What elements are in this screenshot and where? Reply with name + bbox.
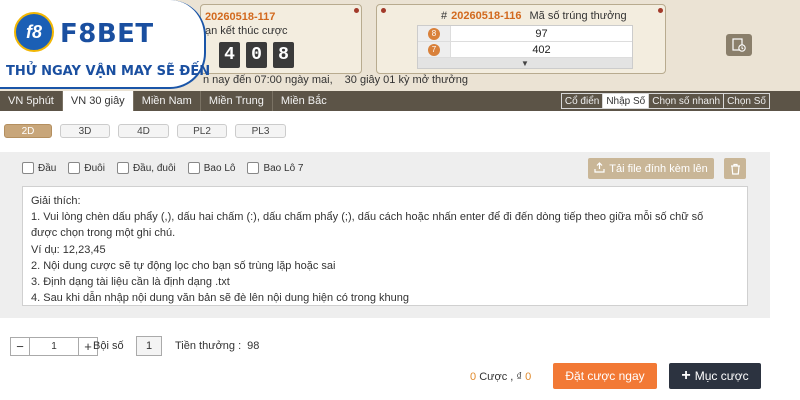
current-round-number: 20260518-117 (205, 11, 276, 23)
pin-icon (354, 8, 359, 13)
checkbox[interactable] (22, 162, 34, 174)
multiplier-input[interactable]: 1 (136, 336, 162, 356)
instruction-line: Giải thích: (31, 195, 81, 207)
prize-info: Tiền thưởng : 98 (175, 340, 259, 352)
instruction-line: 2. Nội dung cược sẽ tự động lọc cho bạn … (31, 259, 336, 272)
checkbox[interactable] (187, 162, 200, 174)
bet-type-tabs: 2D 3D 4D PL2 PL3 (4, 124, 286, 138)
mode-nhap-so[interactable]: Nhập Số (603, 94, 650, 108)
mode-switcher: Cổ điển Nhập Số Chọn số nhanh Chọn Số (560, 93, 770, 109)
tab-mien-nam[interactable]: Miền Nam (134, 91, 201, 111)
prize-value: 98 (247, 340, 260, 352)
checkbox[interactable] (247, 162, 260, 174)
subtab-4d[interactable]: 4D (118, 124, 169, 138)
tab-mien-bac[interactable]: Miền Bắc (273, 91, 335, 111)
previous-round-header: #20260518-116 Mã số trúng thưởng (441, 10, 627, 22)
pin-icon (381, 8, 386, 13)
tab-mien-trung[interactable]: Miền Trung (201, 91, 273, 111)
game-nav-bar: VN 5phút VN 30 giây Miền Nam Miền Trung … (0, 91, 800, 111)
instruction-line: 1. Vui lòng chèn dấu phẩy (,), dấu hai c… (31, 211, 704, 224)
tab-vn-5phut[interactable]: VN 5phút (0, 91, 63, 111)
checkbox[interactable] (68, 162, 81, 174)
result-table: 8 97 7 402 ▼ (417, 25, 633, 69)
previous-result-card: #20260518-116 Mã số trúng thưởng 8 97 7 4… (376, 4, 666, 74)
prize-index-badge: 8 (428, 27, 440, 40)
bet-list-label: Mục cược (694, 369, 749, 383)
result-row: 8 97 (418, 26, 632, 42)
number-entry-panel: Đầu Đuôi Đầu, đuôi Bao Lô Bao Lô 7 Tải f… (0, 152, 770, 318)
prize-label: Tiền thưởng : (175, 340, 242, 352)
result-value: 402 (532, 43, 551, 56)
instruction-line: Ví dụ: 12,23,45 (31, 243, 106, 256)
chevron-down-icon[interactable]: ▼ (418, 58, 632, 68)
number-entry-textarea[interactable]: Giải thích: 1. Vui lòng chèn dấu phẩy (,… (22, 186, 748, 306)
logo-mark-icon: f8 (14, 12, 54, 52)
place-bet-button[interactable]: Đặt cược ngay (553, 363, 657, 389)
logo-slogan: THỬ NGAY VẬN MAY SẼ ĐẾN (6, 64, 211, 79)
bet-list-button[interactable]: + Mục cược (669, 363, 761, 389)
previous-round-number: 20260518-116 (451, 10, 522, 22)
subtab-2d[interactable]: 2D (4, 124, 52, 138)
countdown-digit: 4 (219, 42, 240, 68)
option-duoi[interactable]: Đuôi (68, 162, 105, 174)
subtab-pl2[interactable]: PL2 (177, 124, 227, 138)
pin-icon (658, 8, 663, 13)
upload-file-button[interactable]: Tải file đính kèm lên (588, 158, 714, 179)
countdown-label: ạn kết thúc cược (205, 25, 288, 37)
result-row: 7 402 (418, 42, 632, 58)
instruction-line: 3. Định dạng tài liệu cần là định dạng .… (31, 276, 230, 289)
countdown-digits: 4 0 8 (219, 42, 294, 68)
minus-button[interactable]: − (11, 338, 29, 355)
prize-index-badge: 7 (428, 43, 440, 56)
bet-summary: 0 Cược , ₫ 0 (470, 371, 531, 383)
option-dau[interactable]: Đầu (22, 162, 56, 174)
previous-round-label: Mã số trúng thưởng (529, 10, 627, 22)
bet-count-label: Cược , (479, 371, 514, 383)
currency-symbol: ₫ (516, 371, 523, 383)
countdown-digit: 0 (246, 42, 267, 68)
multiplier-label: Bội số (93, 340, 124, 352)
plus-icon: + (681, 367, 691, 384)
position-options: Đầu Đuôi Đầu, đuôi Bao Lô Bao Lô 7 (22, 162, 304, 174)
upload-file-label: Tải file đính kèm lên (609, 162, 708, 175)
subtab-pl3[interactable]: PL3 (235, 124, 286, 138)
instruction-line: 4. Sau khi dẫn nhập nội dung văn bản sẽ … (31, 292, 409, 305)
checkbox[interactable] (116, 162, 129, 174)
quantity-input[interactable]: 1 (29, 338, 79, 355)
mode-chon-so[interactable]: Chọn Số (724, 94, 769, 108)
option-bao-lo-7[interactable]: Bao Lô 7 (247, 162, 304, 174)
logo-name: F8BET (60, 19, 154, 49)
mode-co-dien[interactable]: Cổ điển (562, 94, 604, 108)
history-icon[interactable] (726, 34, 752, 56)
mode-chon-so-nhanh[interactable]: Chọn số nhanh (649, 94, 725, 108)
subtab-3d[interactable]: 3D (60, 124, 110, 138)
countdown-digit: 8 (273, 42, 294, 68)
upload-icon (594, 161, 605, 176)
brand-logo: f8 F8BET THỬ NGAY VẬN MAY SẼ ĐẾN (0, 0, 210, 89)
countdown-text: n nay đến 07:00 ngày mai, 30 giây 01 kỳ m… (203, 74, 468, 86)
tab-vn-30-giay[interactable]: VN 30 giây (62, 91, 134, 111)
option-dau-duoi[interactable]: Đầu, đuôi (116, 162, 176, 174)
result-value: 97 (535, 27, 548, 40)
bet-count: 0 (470, 371, 477, 383)
quantity-stepper: − 1 + (10, 337, 98, 356)
bet-amount: 0 (525, 371, 532, 383)
trash-icon[interactable] (724, 158, 746, 179)
instruction-line: được chọn trong một ghi chú. (31, 227, 176, 240)
current-round-card: 20260518-117 ạn kết thúc cược 4 0 8 (200, 4, 362, 74)
option-bao-lo[interactable]: Bao Lô (187, 162, 235, 174)
